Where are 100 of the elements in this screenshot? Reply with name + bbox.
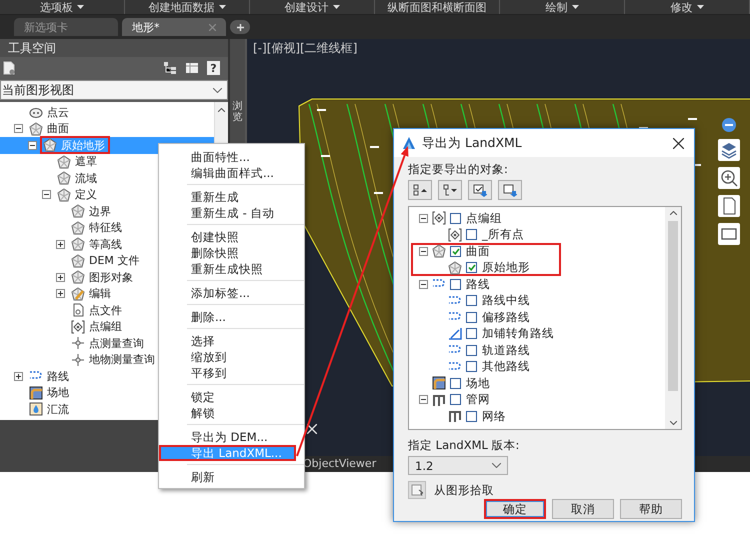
dialog-button[interactable]: 取消 [552,499,614,519]
expand-toggle[interactable] [56,289,65,298]
tree-item[interactable]: 路线中线 [415,292,561,309]
checkbox[interactable] [450,378,461,389]
tree-item[interactable]: 场地 [415,375,561,392]
checkbox[interactable] [450,394,461,406]
viewport-label[interactable]: [-][俯视][二维线框] [247,39,750,59]
expand-toggle[interactable] [56,240,65,249]
close-icon [673,138,684,148]
ribbon-panel-title[interactable]: 纵断面图和横断面图 [375,0,500,14]
tree-view-icon[interactable] [163,61,177,75]
page-icon[interactable] [718,195,740,217]
checkbox[interactable] [466,295,477,306]
ribbon-panel-title[interactable]: 创建设计 [250,0,375,14]
site-icon [29,386,43,400]
menu-item[interactable]: 重新生成 [159,189,296,205]
window-icon[interactable] [718,223,740,245]
menu-item[interactable]: 刷新 [159,469,296,485]
expand-toggle[interactable] [14,372,23,381]
menu-item[interactable]: 添加标签... [159,285,296,301]
tree-item[interactable]: 其他路线 [415,358,561,375]
tree-item[interactable]: 曲面 [0,120,214,137]
menu-item[interactable]: 平移到 [159,365,296,381]
tree-item[interactable]: 偏移路线 [415,309,561,326]
tree-item[interactable]: 路线 [415,276,561,292]
scroll-up-icon [670,211,676,215]
collapse-toggle[interactable] [419,246,428,256]
caret-icon [77,5,84,9]
close-button[interactable] [671,136,686,150]
collapse-toggle[interactable] [419,214,428,223]
tree-item[interactable]: 轨道路线 [415,342,561,358]
tree-item[interactable]: 管网 [415,392,561,408]
checkbox[interactable] [450,212,461,224]
collapse-toggle[interactable] [419,280,428,289]
ribbon-panel-title[interactable]: 创建地面数据 [125,0,250,14]
document-gear-icon[interactable] [2,61,16,75]
ribbon-panel-title[interactable]: 修改 [625,0,750,14]
ribbon-panel-title[interactable]: 绘制 [500,0,625,14]
checkbox[interactable] [466,312,477,323]
new-tab-button[interactable] [230,20,250,34]
menu-item[interactable]: 导出为 DEM... [159,429,296,445]
toolbar-button[interactable] [408,180,432,200]
pick-button[interactable] [408,481,426,499]
menu-item[interactable]: 创建快照 [159,229,296,245]
checkbox[interactable] [466,361,477,372]
collapse-toggle[interactable] [42,190,51,200]
collapse-toggle[interactable] [28,140,37,150]
caret-icon [218,5,226,9]
menu-item[interactable]: 重新生成快照 [159,261,296,277]
document-tab[interactable]: 地形* [122,18,226,36]
dialog-button[interactable]: 帮助 [620,499,682,519]
tree-item[interactable]: 曲面 [415,243,561,260]
help-button[interactable]: ? [207,61,220,75]
objects-label: 指定要导出的对象: [408,162,509,177]
table-icon[interactable] [185,61,199,75]
pick-label: 从图形拾取 [434,482,494,498]
surface-icon [71,220,85,235]
menu-item[interactable]: 编辑曲面样式... [159,165,296,181]
menu-item[interactable]: 删除... [159,309,296,325]
chevron-icon [213,88,222,92]
checkbox[interactable] [466,328,477,340]
surface-icon [43,138,57,152]
menu-item[interactable]: 选择 [159,333,296,349]
checkbox[interactable] [466,410,477,422]
menu-item[interactable]: 重新生成 - 自动 [159,205,296,221]
crosshair-icon [71,336,85,350]
menu-item[interactable]: 删除快照 [159,245,296,261]
zoom-icon[interactable] [718,167,740,189]
toolbar-button[interactable] [438,180,462,200]
checkbox[interactable] [466,229,477,240]
layers-icon[interactable] [718,139,740,161]
curb-icon [448,326,462,341]
zoom-out-icon[interactable] [721,117,737,133]
toolbar-button[interactable] [468,180,492,200]
menu-item[interactable]: 缩放到 [159,349,296,365]
tree-item[interactable]: 点编组 [415,210,561,226]
view-dropdown[interactable]: 当前图形视图 [0,80,228,100]
dialog-button[interactable]: 确定 [484,499,546,519]
checkbox[interactable] [450,246,461,257]
tree-item[interactable]: 加铺转角路线 [415,326,561,342]
scrollbar[interactable] [665,207,681,429]
collapse-toggle[interactable] [419,395,428,404]
tree-item[interactable]: _所有点 [415,226,561,243]
toolbar-button[interactable] [498,180,522,200]
checkbox[interactable] [466,344,477,356]
menu-item[interactable]: 锁定 [159,389,296,405]
expand-toggle[interactable] [56,272,65,282]
tree-item[interactable]: 原始地形 [415,260,561,276]
ribbon-panel-title[interactable]: 选项板 [0,0,125,14]
surface-icon [448,260,462,275]
menu-item[interactable]: 解锁 [159,405,296,421]
collapse-toggle[interactable] [14,124,23,134]
uncheck-all-icon [503,184,517,196]
version-dropdown[interactable]: 1.2 [408,456,508,475]
checkbox[interactable] [466,262,477,274]
caret-icon [696,5,704,9]
tree-item[interactable]: 网络 [415,408,561,424]
surface-icon [432,244,446,258]
checkbox[interactable] [450,278,461,290]
tree-item[interactable]: 点云 [0,104,214,120]
